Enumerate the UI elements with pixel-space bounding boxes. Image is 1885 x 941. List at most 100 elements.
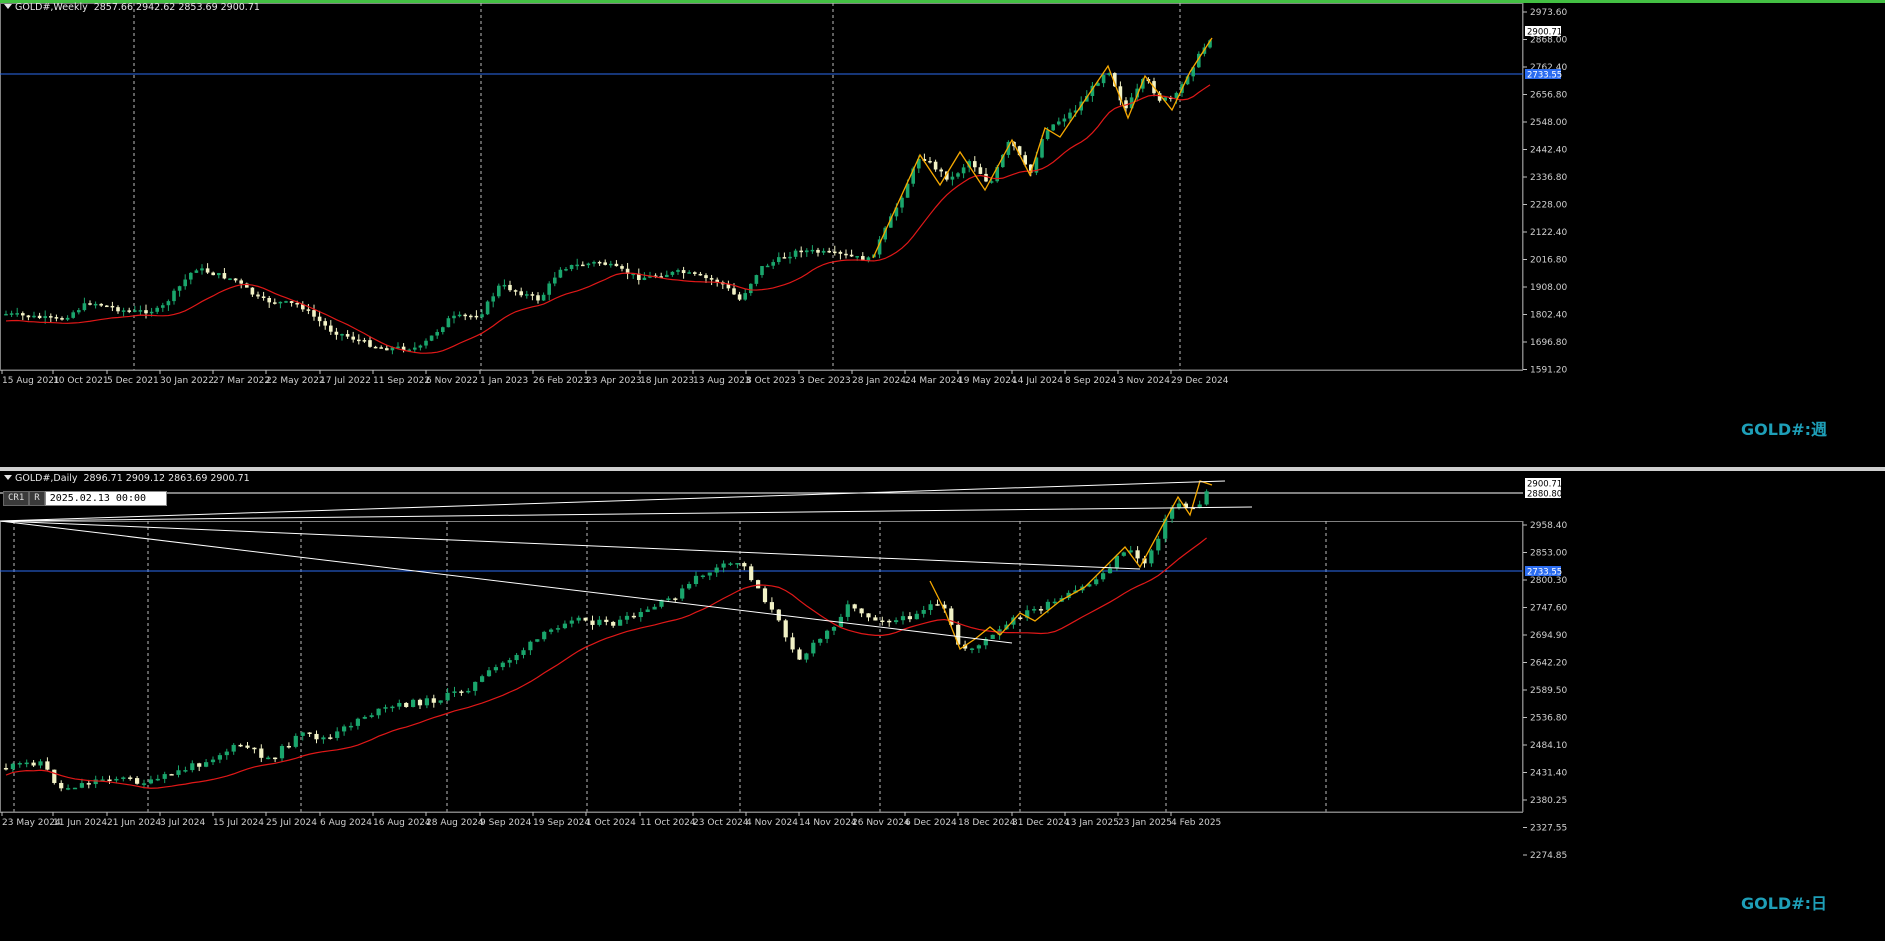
collapse-triangle-icon[interactable]	[4, 475, 12, 480]
time-axis-label: 1 Jan 2023	[480, 376, 528, 386]
daily-chart-canvas[interactable]: 2958.40 2853.00 2800.30 2747.60 2694.90 2642.…	[0, 471, 1885, 941]
candle-body	[342, 726, 347, 732]
candle-body	[32, 315, 36, 318]
candle-body	[693, 575, 699, 585]
price-axis-label: 2380.25	[1530, 796, 1567, 806]
time-axis-label: 4 Feb 2025	[1171, 818, 1221, 828]
candle-body	[307, 732, 312, 734]
candle-body	[642, 277, 647, 280]
candle-body	[357, 339, 361, 342]
candle-body	[397, 702, 402, 707]
weekly-chart-canvas[interactable]: 2973.602868.002762.402656.802548.002442.…	[0, 0, 1885, 467]
price-axis-label: 1908.00	[1530, 283, 1567, 293]
time-axis-label: 6 Nov 2022	[426, 376, 478, 386]
price-axis-label: 2484.10	[1530, 741, 1567, 751]
weekly-chart-pane[interactable]: 2973.60 2868.00 2762.40 2656.80 2548.00 2442.…	[0, 0, 1885, 467]
candle-body	[845, 604, 850, 617]
candle-body	[1051, 124, 1055, 131]
candle-body	[799, 250, 803, 253]
candle-body	[273, 757, 278, 760]
candle-body	[618, 619, 623, 626]
candle-body	[289, 301, 294, 303]
r-button[interactable]: R	[29, 491, 45, 506]
candle-body	[597, 261, 602, 264]
candle-body	[493, 667, 498, 671]
candle-body	[525, 294, 529, 296]
time-axis-label: 19 May 2024	[958, 376, 1017, 386]
candle-body	[788, 256, 792, 259]
candle-body	[138, 310, 143, 312]
candle-body	[231, 744, 236, 752]
candle-body	[782, 257, 787, 259]
date-input-field[interactable]: 2025.02.13 00:00	[44, 491, 167, 506]
candle-body	[43, 316, 47, 319]
candle-body	[480, 314, 484, 318]
candle-body	[1062, 118, 1067, 122]
candle-body	[335, 731, 340, 738]
candle-body	[714, 567, 719, 573]
time-axis-label: 18 Dec 2024	[958, 818, 1016, 828]
daily-symbol-label: GOLD#,Daily	[15, 473, 78, 484]
candle-body	[564, 269, 568, 271]
price-axis-label: 1696.80	[1530, 338, 1567, 348]
candle-body	[26, 315, 31, 318]
price-axis-label: 2274.85	[1530, 851, 1567, 861]
candle-body	[480, 676, 485, 682]
candle-body	[638, 611, 643, 618]
time-axis-label: 26 Nov 2024	[852, 818, 910, 828]
price-axis-label: 2800.30	[1530, 576, 1567, 586]
price-axis-label: 2973.60	[1530, 8, 1567, 18]
candle-body	[624, 615, 630, 620]
candle-body	[611, 621, 616, 626]
candle-body	[60, 318, 64, 320]
candle-body	[474, 315, 479, 318]
time-axis-label: 28 Jan 2024	[852, 376, 906, 386]
daily-chart-title: GOLD#,Daily 2896.71 2909.12 2863.69 2900.…	[4, 473, 250, 484]
candle-body	[816, 249, 820, 253]
collapse-triangle-icon[interactable]	[4, 4, 12, 9]
candle-body	[732, 288, 736, 295]
candle-body	[368, 340, 372, 347]
candle-body	[609, 263, 613, 266]
candle-body	[575, 264, 579, 267]
candle-body	[413, 347, 417, 350]
candle-body	[583, 617, 588, 621]
time-axis-label: 18 Jun 2023	[640, 376, 694, 386]
candle-body	[4, 313, 8, 316]
candle-body	[259, 748, 264, 758]
candle-body	[670, 271, 675, 275]
candle-body	[385, 348, 389, 351]
candle-body	[771, 262, 775, 266]
candle-body	[838, 251, 843, 254]
trendline[interactable]	[0, 506, 1253, 522]
daily-chart-pane[interactable]: 2958.40 2853.00 2800.30 2747.60 2694.90 2642.…	[0, 471, 1885, 941]
candle-body	[411, 699, 416, 707]
candle-body	[369, 715, 374, 717]
candle-body	[754, 275, 759, 284]
candle-body	[887, 620, 892, 623]
candle-body	[228, 278, 232, 280]
price-axis-label: 2747.60	[1530, 604, 1567, 614]
trendline[interactable]	[0, 480, 1226, 522]
candle-body	[709, 278, 714, 280]
time-axis-label: 27 Mar 2022	[213, 376, 270, 386]
weekly-chart-title: GOLD#,Weekly 2857.66 2942.62 2853.69 2900…	[4, 2, 260, 13]
candle-body	[507, 660, 512, 663]
candle-body	[950, 176, 955, 180]
candle-body	[928, 604, 933, 611]
candle-body	[793, 250, 798, 257]
trendline[interactable]	[0, 520, 1141, 570]
trendline[interactable]	[0, 520, 1013, 644]
date-input-tool[interactable]: CR1 R 2025.02.13 00:00	[3, 491, 167, 506]
time-axis-label: 11 Oct 2024	[640, 818, 696, 828]
weekly-watermark: GOLD#:週	[1741, 420, 1828, 439]
candle-body	[161, 305, 165, 308]
candle-body	[849, 254, 854, 257]
candle-body	[266, 757, 271, 760]
time-axis-label: 11 Sep 2022	[373, 376, 430, 386]
candle-body	[519, 291, 523, 296]
candle-body	[189, 272, 193, 280]
cr1-button[interactable]: CR1	[3, 491, 30, 506]
candle-body	[261, 296, 266, 298]
candle-body	[549, 629, 554, 632]
